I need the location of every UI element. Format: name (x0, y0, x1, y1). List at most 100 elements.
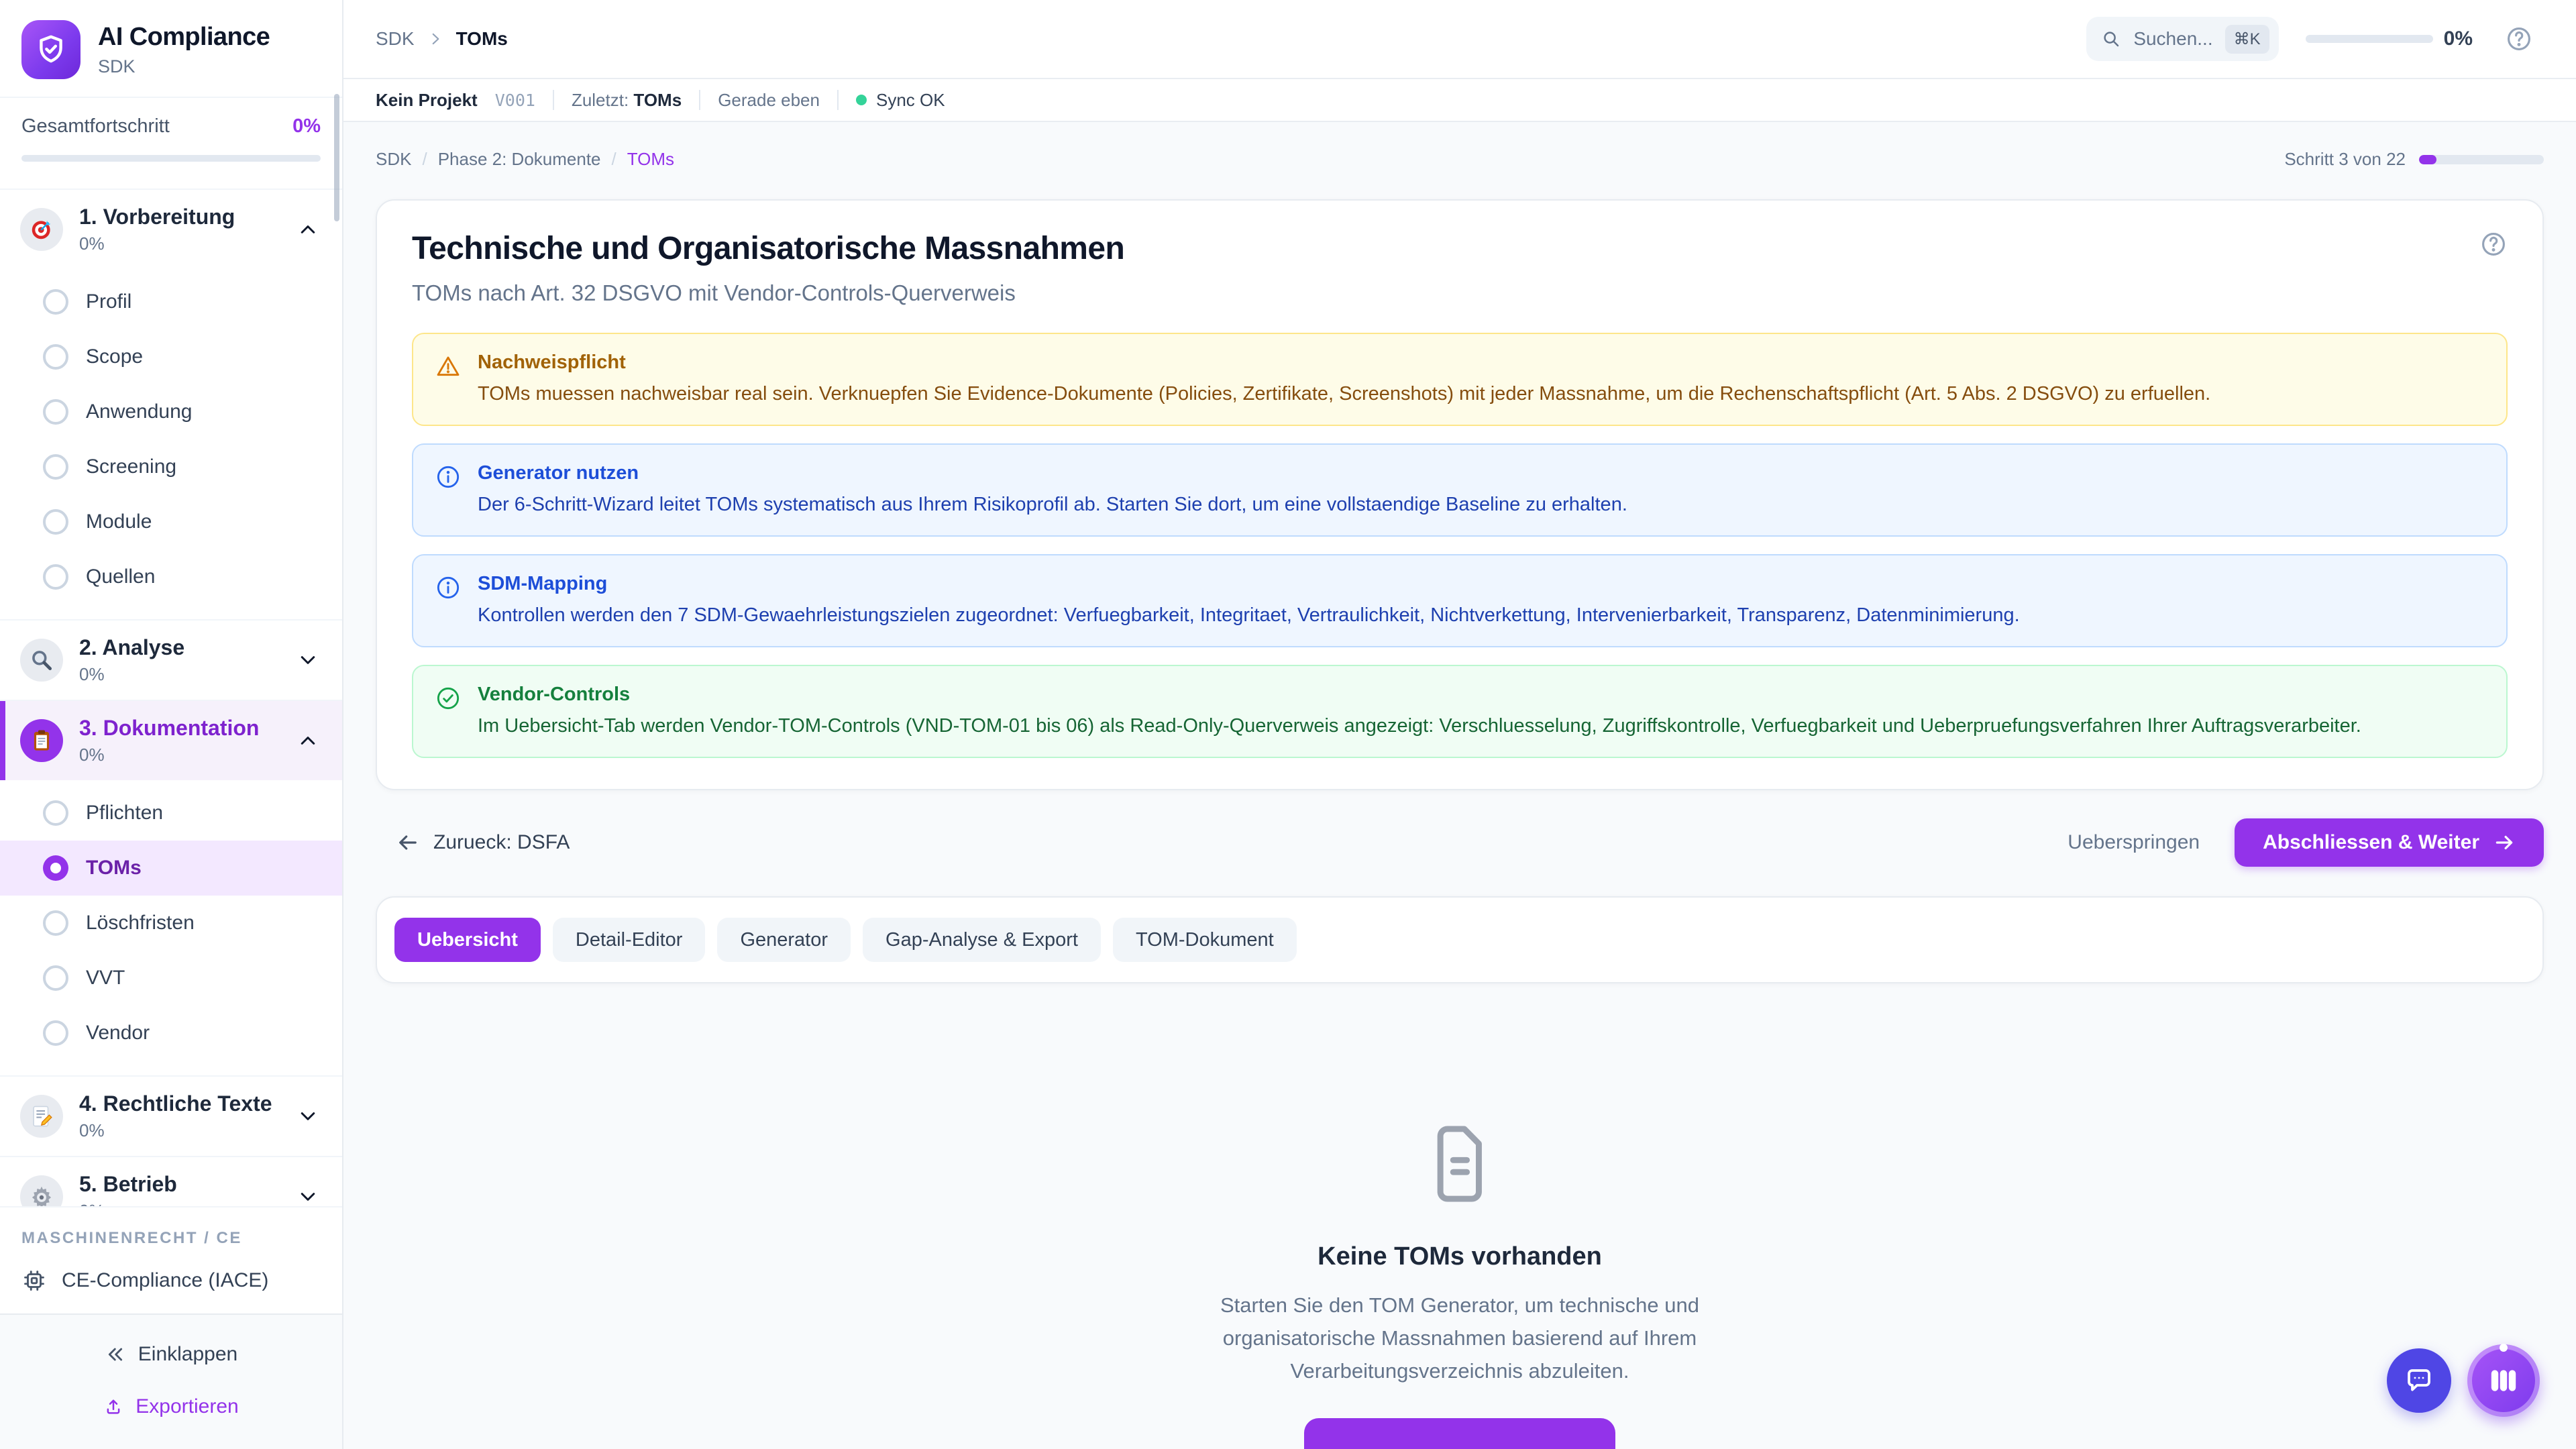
document-icon (1426, 1123, 1493, 1205)
app-subtitle: SDK (98, 56, 270, 77)
alert-text: TOMs muessen nachweisbar real sein. Verk… (478, 380, 2210, 407)
help-icon[interactable] (2505, 25, 2533, 53)
sidebar-section-2-analyse: 2. Analyse 0% (0, 619, 342, 700)
topbar: SDK TOMs Suchen... ⌘K 0% (343, 0, 2576, 79)
step-state-icon (43, 399, 68, 425)
finish-next-button[interactable]: Abschliessen & Weiter (2235, 818, 2544, 867)
card-help-icon[interactable] (2479, 230, 2508, 258)
breadcrumb-root[interactable]: SDK (376, 28, 415, 50)
tab-uebersicht[interactable]: Uebersicht (394, 918, 541, 962)
step-state-icon (43, 289, 68, 315)
tab-generator[interactable]: Generator (717, 918, 851, 962)
overall-progress: Gesamtfortschritt 0% (0, 98, 342, 190)
sidebar-item-module[interactable]: Module (0, 494, 342, 549)
alert-title: Nachweispflicht (478, 352, 2210, 374)
collapse-sidebar-button[interactable]: Einklappen (0, 1332, 342, 1377)
alert-generator-nutzen: Generator nutzen Der 6-Schritt-Wizard le… (412, 443, 2508, 537)
page-breadcrumb-sdk[interactable]: SDK (376, 149, 411, 170)
tom-card: Technische und Organisatorische Massnahm… (376, 199, 2544, 790)
sidebar-item-scope[interactable]: Scope (0, 329, 342, 384)
sidebar-section-5-betrieb: 5. Betrieb 0% (0, 1156, 342, 1206)
warning-icon (435, 353, 462, 380)
alert-title: Generator nutzen (478, 462, 1627, 484)
empty-state-description: Starten Sie den TOM Generator, um techni… (1188, 1289, 1731, 1387)
tab-detail-editor[interactable]: Detail-Editor (553, 918, 706, 962)
alert-title: Vendor-Controls (478, 684, 2361, 706)
app-root: AI Compliance SDK Gesamtfortschritt 0% 1… (0, 0, 2576, 1449)
step-progress-fill (2419, 155, 2436, 164)
section-header-4-rechtliche-texte[interactable]: 4. Rechtliche Texte 0% (0, 1077, 342, 1156)
last-saved-time: Gerade eben (718, 90, 820, 111)
skip-button[interactable]: Ueberspringen (2068, 831, 2200, 854)
primary-action-button[interactable] (1304, 1418, 1615, 1449)
breadcrumb: SDK TOMs (376, 28, 508, 50)
group-label: MASCHINENRECHT / CE (21, 1229, 321, 1248)
sidebar-section-3-dokumentation: 3. Dokumentation 0% Pflichten TOMs Lösch… (0, 700, 342, 1075)
sidebar-item-screening[interactable]: Screening (0, 439, 342, 494)
search-icon (2101, 29, 2121, 49)
magnifier-icon (29, 647, 54, 673)
arrow-right-icon (2493, 831, 2516, 854)
section-header-1-vorbereitung[interactable]: 1. Vorbereitung 0% (0, 190, 342, 269)
content: SDK / Phase 2: Dokumente / TOMs Schritt … (343, 122, 2576, 1449)
panel-fab-button[interactable] (2467, 1344, 2540, 1417)
notification-dot-icon (2500, 1344, 2508, 1352)
sync-status: Sync OK (856, 90, 945, 111)
alert-text: Kontrollen werden den 7 SDM-Gewaehrleist… (478, 602, 2020, 629)
alert-nachweispflicht: Nachweispflicht TOMs muessen nachweisbar… (412, 333, 2508, 426)
upload-icon (103, 1397, 123, 1417)
back-button[interactable]: Zurueck: DSFA (396, 830, 570, 855)
sidebar-scrollbar[interactable] (334, 94, 339, 221)
search-shortcut: ⌘K (2225, 25, 2269, 54)
sidebar-group-maschinenrecht: MASCHINENRECHT / CE CE-Compliance (IACE) (0, 1206, 342, 1313)
sidebar-item-quellen[interactable]: Quellen (0, 549, 342, 604)
chevron-down-icon (298, 1106, 318, 1126)
step-state-icon (43, 855, 68, 881)
wizard-nav: Zurueck: DSFA Ueberspringen Abschliessen… (376, 818, 2544, 867)
step-state-icon (43, 965, 68, 991)
sidebar: AI Compliance SDK Gesamtfortschritt 0% 1… (0, 0, 343, 1449)
page-breadcrumb-phase[interactable]: Phase 2: Dokumente (438, 149, 601, 170)
check-circle-icon (435, 685, 462, 712)
search-button[interactable]: Suchen... ⌘K (2086, 17, 2278, 61)
page-subtitle: TOMs nach Art. 32 DSGVO mit Vendor-Contr… (412, 280, 2508, 306)
last-value: TOMs (633, 90, 682, 110)
chat-bubble-icon (2403, 1364, 2435, 1397)
sync-ok-dot-icon (856, 95, 867, 105)
sidebar-item-profil[interactable]: Profil (0, 274, 342, 329)
alert-title: SDM-Mapping (478, 573, 2020, 595)
gear-icon (29, 1184, 54, 1206)
sidebar-section-4-rechtliche-texte: 4. Rechtliche Texte 0% (0, 1075, 342, 1156)
section-header-5-betrieb[interactable]: 5. Betrieb 0% (0, 1157, 342, 1206)
statusbar: Kein Projekt V001 Zuletzt: TOMs Gerade e… (343, 79, 2576, 122)
page-title: Technische und Organisatorische Massnahm… (412, 230, 1124, 267)
empty-state-title: Keine TOMs vorhanden (1318, 1242, 1602, 1271)
sidebar-nav: 1. Vorbereitung 0% Profil Scope Anwendun… (0, 190, 342, 1206)
sidebar-item-l-schfristen[interactable]: Löschfristen (0, 896, 342, 951)
page-breadcrumb-current: TOMs (627, 149, 674, 170)
section-header-3-dokumentation[interactable]: 3. Dokumentation 0% (0, 701, 342, 780)
alert-vendor-controls: Vendor-Controls Im Uebersicht-Tab werden… (412, 665, 2508, 758)
shield-icon (34, 33, 68, 66)
alerts: Nachweispflicht TOMs muessen nachweisbar… (412, 333, 2508, 758)
tab-tom-dokument[interactable]: TOM-Dokument (1113, 918, 1297, 962)
step-progress: Schritt 3 von 22 (2284, 149, 2544, 170)
sidebar-item-vendor[interactable]: Vendor (0, 1006, 342, 1061)
sidebar-item-toms[interactable]: TOMs (0, 841, 342, 896)
sidebar-item-pflichten[interactable]: Pflichten (0, 786, 342, 841)
chip-icon (21, 1268, 47, 1293)
step-state-icon (43, 344, 68, 370)
columns-icon (2486, 1363, 2521, 1398)
chevron-down-icon (298, 650, 318, 670)
sidebar-item-ce-compliance[interactable]: CE-Compliance (IACE) (21, 1268, 321, 1293)
chat-fab-button[interactable] (2387, 1348, 2451, 1413)
section-header-2-analyse[interactable]: 2. Analyse 0% (0, 621, 342, 700)
project-name: Kein Projekt (376, 90, 478, 111)
sidebar-section-1-vorbereitung: 1. Vorbereitung 0% Profil Scope Anwendun… (0, 190, 342, 619)
tab-bar: Uebersicht Detail-Editor Generator Gap-A… (376, 896, 2544, 983)
sidebar-item-anwendung[interactable]: Anwendung (0, 384, 342, 439)
topbar-progress-value: 0% (2444, 28, 2473, 50)
tab-gap-analyse-export[interactable]: Gap-Analyse & Export (863, 918, 1101, 962)
sidebar-item-vvt[interactable]: VVT (0, 951, 342, 1006)
export-button[interactable]: Exportieren (0, 1385, 342, 1429)
